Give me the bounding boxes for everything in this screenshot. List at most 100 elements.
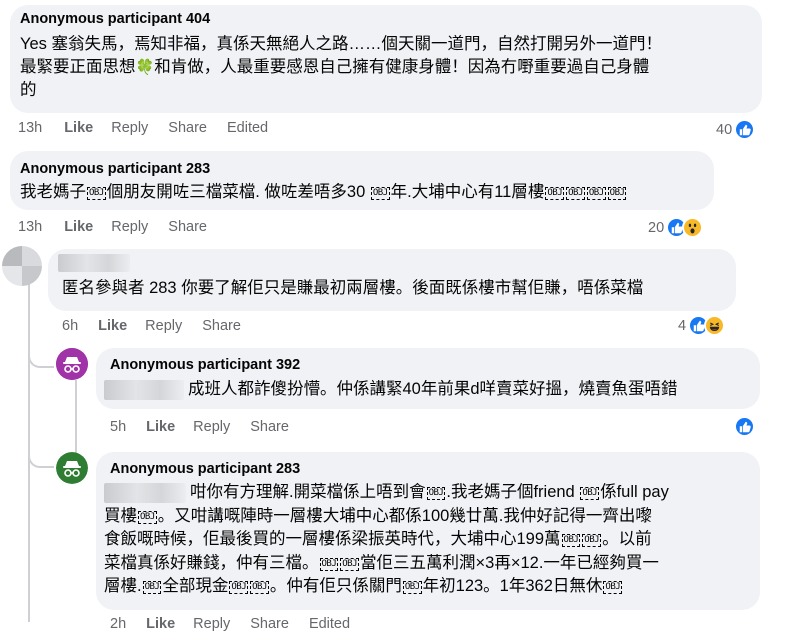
blurred-author-name [58, 254, 130, 272]
four-leaf-clover-icon: 🍀 [135, 58, 155, 76]
obj-placeholder-icon: OBJ [138, 510, 157, 524]
obj-placeholder-icon: OBJ [607, 187, 627, 200]
thread-connector [28, 320, 54, 368]
obj-placeholder-icon: OBJ [250, 581, 269, 594]
comment-line-part: 當佢三五萬利潤×3再×12.一年已經夠買一 [360, 553, 659, 572]
comment-line-part: 個朋友開咗三檔菜檔. 做咗差唔多30 [106, 183, 370, 201]
comment-author[interactable]: Anonymous participant 392 [110, 357, 300, 373]
obj-placeholder-icon: OBJ [580, 487, 600, 500]
comment-author[interactable]: Anonymous participant 283 [110, 461, 300, 477]
comment-actions: 13h Like Reply Share Edited [18, 120, 268, 136]
reply-button[interactable]: Reply [111, 219, 148, 235]
like-reaction-icon [734, 119, 756, 140]
incognito-icon [56, 452, 88, 484]
like-button[interactable]: Like [146, 616, 175, 632]
reaction-count: 40 [716, 121, 733, 138]
wow-reaction-icon [682, 217, 704, 238]
comment-line: 咁你有方理解.開菜檔係上唔到會 OBJ .我老媽子個friend OBJ 係full … [104, 481, 669, 505]
like-reaction-icon [734, 416, 755, 437]
reaction-summary[interactable]: 40 [716, 119, 756, 140]
obj-placeholder-icon: OBJ [142, 581, 162, 594]
share-button[interactable]: Share [250, 419, 289, 435]
obj-placeholder-icon: OBJ [426, 487, 446, 500]
comment-text: Yes 塞翁失馬，焉知非福，真係天無絕人之路……個天關一道門，自然打開另外一道門… [20, 33, 662, 102]
comment-text: 匿名參與者 283 你要了解佢只是賺最初兩層樓。後面既係樓市幫佢賺，唔係菜檔 [62, 277, 643, 300]
comment-line: Yes 塞翁失馬，焉知非福，真係天無絕人之路……個天關一道門，自然打開另外一道門… [20, 35, 663, 53]
like-button[interactable]: Like [64, 120, 93, 136]
comment-line-part: 全部現金 [162, 577, 229, 595]
comment-timestamp[interactable]: 2h [110, 616, 126, 632]
edited-label: Edited [308, 616, 351, 632]
obj-placeholder-icon: OBJ [370, 187, 390, 200]
comment-line-part: 菜檔真係好賺錢，仲有三檔。 [104, 553, 319, 572]
comment-line: 食飯嘅時候，佢最後買的一層樓係梁振英時代，大埔中心199萬 OBJ OBJ 。以前 [104, 528, 669, 552]
reply-button[interactable]: Reply [193, 616, 230, 632]
comment-line-part: .我老媽子個friend [446, 483, 580, 501]
blurred-mention [104, 379, 184, 400]
obj-placeholder-icon: OBJ [566, 187, 585, 200]
edited-label: Edited [227, 120, 269, 136]
comment-line: 匿名參與者 283 你要了解佢只是賺最初兩層樓。後面既係樓市幫佢賺，唔係菜檔 [62, 279, 644, 297]
comment-timestamp[interactable]: 6h [62, 318, 78, 334]
comment-line-part: 層樓. [104, 577, 142, 595]
haha-reaction-icon [704, 315, 726, 336]
share-button[interactable]: Share [168, 219, 207, 235]
thread-line [75, 380, 77, 460]
comment-line-part: 成班人都詐傻扮懵。仲係講緊40年前果d咩賣菜好搵，燒賣魚蛋唔錯 [188, 380, 678, 398]
comment-line: 菜檔真係好賺錢，仲有三檔。 OBJ OBJ 當佢三五萬利潤×3再×12.一年已經夠買一 [104, 552, 669, 576]
comment-timestamp[interactable]: 13h [18, 219, 42, 235]
comment-text: 咁你有方理解.開菜檔係上唔到會 OBJ .我老媽子個friend OBJ 係full … [104, 481, 669, 599]
reply-button[interactable]: Reply [193, 419, 230, 435]
comment-line-part: 係full pay [600, 483, 669, 501]
blurred-mention [104, 482, 186, 503]
comment-line-part: 咁你有方理解.開菜檔係上唔到會 [190, 483, 426, 501]
reaction-summary[interactable] [734, 416, 755, 437]
comment-line-part: 。又咁講嘅陣時一層樓大埔中心都係100幾廿萬.我仲好記得一齊出嚟 [157, 506, 652, 525]
comment-timestamp[interactable]: 5h [110, 419, 126, 435]
like-button[interactable]: Like [64, 219, 93, 235]
avatar[interactable] [56, 452, 88, 484]
comment-line-part: 。仲有佢只係關門 [269, 577, 402, 595]
share-button[interactable]: Share [250, 616, 289, 632]
comment-line: 買樓 OBJ 。又咁講嘅陣時一層樓大埔中心都係100幾廿萬.我仲好記得一齊出嚟 [104, 505, 669, 529]
comment-text: 成班人都詐傻扮懵。仲係講緊40年前果d咩賣菜好搵，燒賣魚蛋唔錯 [104, 378, 678, 401]
obj-placeholder-icon: OBJ [561, 534, 581, 547]
comment-line: 我老媽子 OBJ 個朋友開咗三檔菜檔. 做咗差唔多30 OBJ 年.大埔中心有11層樓… [20, 181, 627, 204]
comment-line-part: 買樓 [104, 506, 137, 525]
obj-placeholder-icon: OBJ [87, 187, 106, 200]
comment-actions: 5h Like Reply Share [110, 419, 289, 435]
reaction-count: 20 [648, 219, 665, 236]
comment-actions: 13h Like Reply Share [18, 219, 207, 235]
like-button[interactable]: Like [98, 318, 127, 334]
comment-line: 的 [20, 81, 37, 99]
reaction-summary[interactable]: 20 [648, 217, 704, 238]
comment-line: 最緊要正面思想🍀和肯做，人最重要感恩自己擁有健康身體！因為冇嘢重要過自己身體 [20, 56, 662, 80]
like-button[interactable]: Like [146, 419, 175, 435]
comment-text: 我老媽子 OBJ 個朋友開咗三檔菜檔. 做咗差唔多30 OBJ 年.大埔中心有11層樓… [20, 181, 627, 204]
comment-line-part: 我老媽子 [20, 183, 86, 201]
avatar[interactable] [2, 246, 42, 286]
obj-placeholder-icon: OBJ [402, 581, 422, 594]
avatar[interactable] [56, 348, 88, 380]
comment-author[interactable]: Anonymous participant 283 [20, 161, 210, 177]
comment-author[interactable]: Anonymous participant 404 [20, 11, 210, 27]
comment-line-part: 和肯做，人最重要感恩自己擁有健康身體！因為冇嘢重要過自己身體 [154, 57, 650, 76]
comment-actions: 6h Like Reply Share [62, 318, 241, 334]
comment-line-part: 年初123。1年362日無休 [422, 577, 603, 595]
comment-line-part: 年.大埔中心有11層樓 [390, 183, 545, 201]
comment-line: 層樓. OBJ 全部現金 OBJ OBJ 。仲有佢只係關門 OBJ 年初123。1年362日無… [104, 575, 669, 599]
obj-placeholder-icon: OBJ [340, 557, 360, 571]
reply-button[interactable]: Reply [111, 120, 148, 136]
comment-line-part: 最緊要正面思想 [20, 57, 136, 76]
reply-button[interactable]: Reply [145, 318, 182, 334]
share-button[interactable]: Share [168, 120, 207, 136]
obj-placeholder-icon: OBJ [319, 557, 339, 571]
share-button[interactable]: Share [202, 318, 241, 334]
comment-line-part: 食飯嘅時候，佢最後買的一層樓係梁振英時代，大埔中心199萬 [104, 530, 561, 548]
reaction-summary[interactable]: 4 [678, 315, 726, 336]
comment-line: 成班人都詐傻扮懵。仲係講緊40年前果d咩賣菜好搵，燒賣魚蛋唔錯 [104, 378, 678, 401]
obj-placeholder-icon: OBJ [545, 187, 565, 200]
obj-placeholder-icon: OBJ [603, 581, 623, 594]
comment-timestamp[interactable]: 13h [18, 120, 42, 136]
incognito-icon [56, 348, 88, 380]
